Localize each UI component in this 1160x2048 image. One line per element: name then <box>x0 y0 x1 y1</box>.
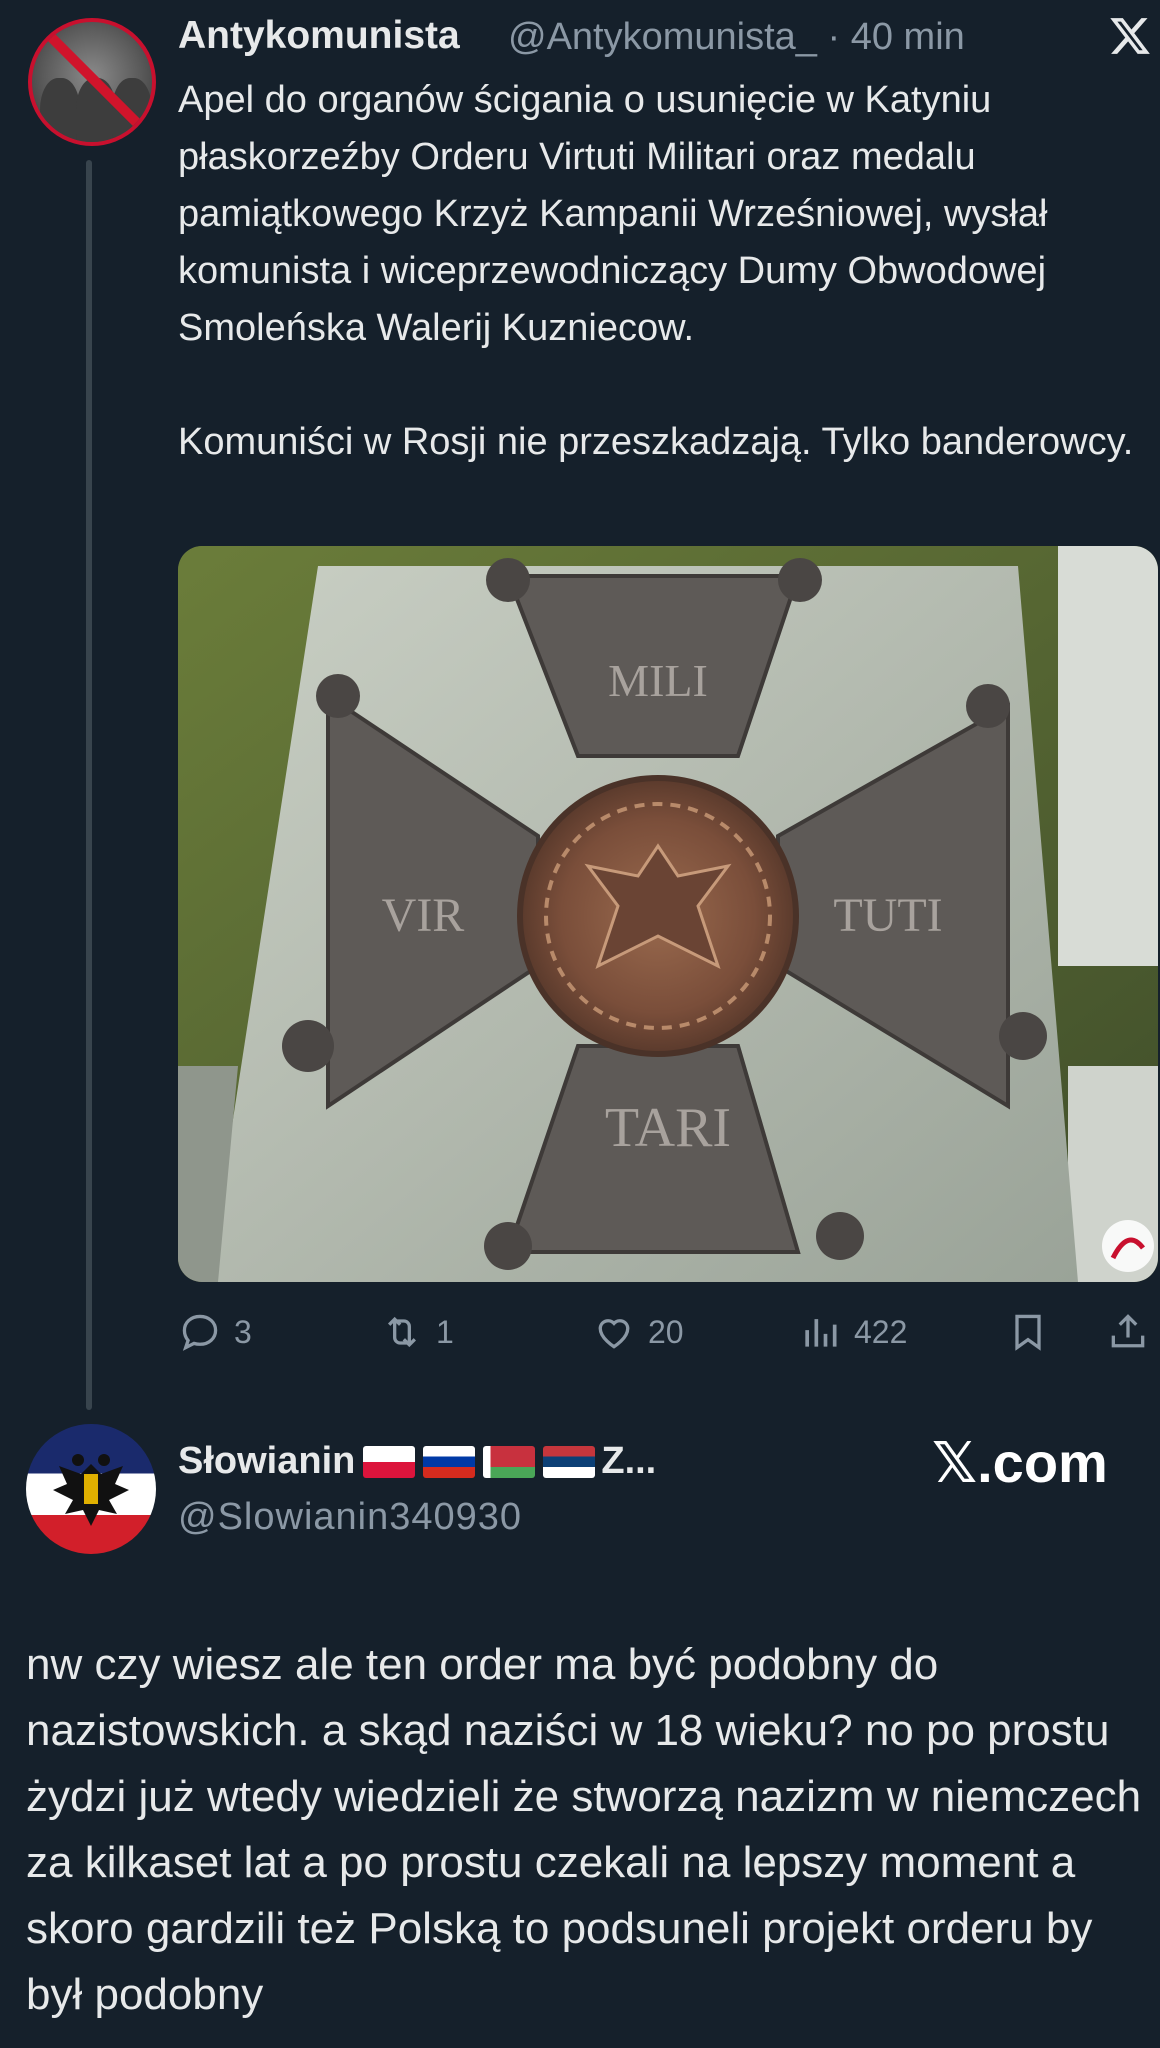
views-count: 422 <box>854 1313 908 1350</box>
author-handle[interactable]: @Antykomunista_ <box>508 16 817 58</box>
inscription-top: MILI <box>608 655 708 706</box>
views-icon <box>805 1319 837 1347</box>
belarus-flag-icon <box>483 1445 536 1478</box>
reply-author-name-suffix: Z... <box>601 1440 657 1482</box>
inscription-right: TUTI <box>833 889 942 942</box>
heart-icon <box>598 1319 630 1349</box>
reply-count: 3 <box>234 1313 252 1350</box>
reply-author-avatar[interactable] <box>26 1424 156 1554</box>
tweet-image[interactable]: MILI VIR TUTI TARI <box>178 546 1158 1282</box>
serbia-flag-icon <box>543 1445 596 1478</box>
author-name[interactable]: Antykomunista <box>178 14 460 58</box>
double-headed-eagle-icon <box>53 1454 129 1526</box>
russia-flag-icon <box>423 1445 476 1478</box>
like-button[interactable]: 20 <box>592 1306 684 1358</box>
xcom-watermark: 𝕏.com <box>932 1431 1108 1494</box>
reply-text: nw czy wiesz ale ten order ma być podobn… <box>26 1640 1154 2019</box>
tweet-time[interactable]: 40 min <box>851 16 965 58</box>
bookmark-button[interactable] <box>1006 1306 1062 1358</box>
x-logo-icon[interactable] <box>1108 14 1152 58</box>
like-count: 20 <box>648 1313 684 1350</box>
reply-author-name[interactable]: Słowianin <box>178 1440 355 1483</box>
reply-author-name-row[interactable]: Słowianin Z... <box>178 1440 656 1483</box>
repost-button[interactable]: 1 <box>380 1306 454 1358</box>
repost-count: 1 <box>436 1313 454 1350</box>
reply-button[interactable]: 3 <box>178 1306 252 1358</box>
views-button[interactable]: 422 <box>798 1306 907 1358</box>
avatar-portrait-left <box>40 78 80 142</box>
thread-line <box>86 160 92 1410</box>
separator: · <box>816 16 851 58</box>
inscription-bottom: TARI <box>605 1097 731 1159</box>
poland-flag-icon <box>363 1445 416 1478</box>
author-avatar[interactable] <box>28 18 156 146</box>
reply-author-handle[interactable]: @Slowianin340930 <box>178 1496 522 1539</box>
tweet-text: Apel do organów ścigania o usunięcie w K… <box>178 79 1134 463</box>
author-handle-time[interactable]: @Antykomunista_ · 40 min <box>508 16 965 59</box>
bookmark-icon <box>1015 1314 1041 1351</box>
inscription-left: VIR <box>382 889 465 942</box>
share-button[interactable] <box>1106 1306 1160 1358</box>
reply-icon <box>182 1314 218 1351</box>
tweet-actions: 3 1 20 422 <box>178 1306 1158 1358</box>
virtuti-militari-relief-image: MILI VIR TUTI TARI <box>178 546 1158 1282</box>
repost-icon <box>387 1316 417 1348</box>
share-icon <box>1111 1314 1145 1348</box>
